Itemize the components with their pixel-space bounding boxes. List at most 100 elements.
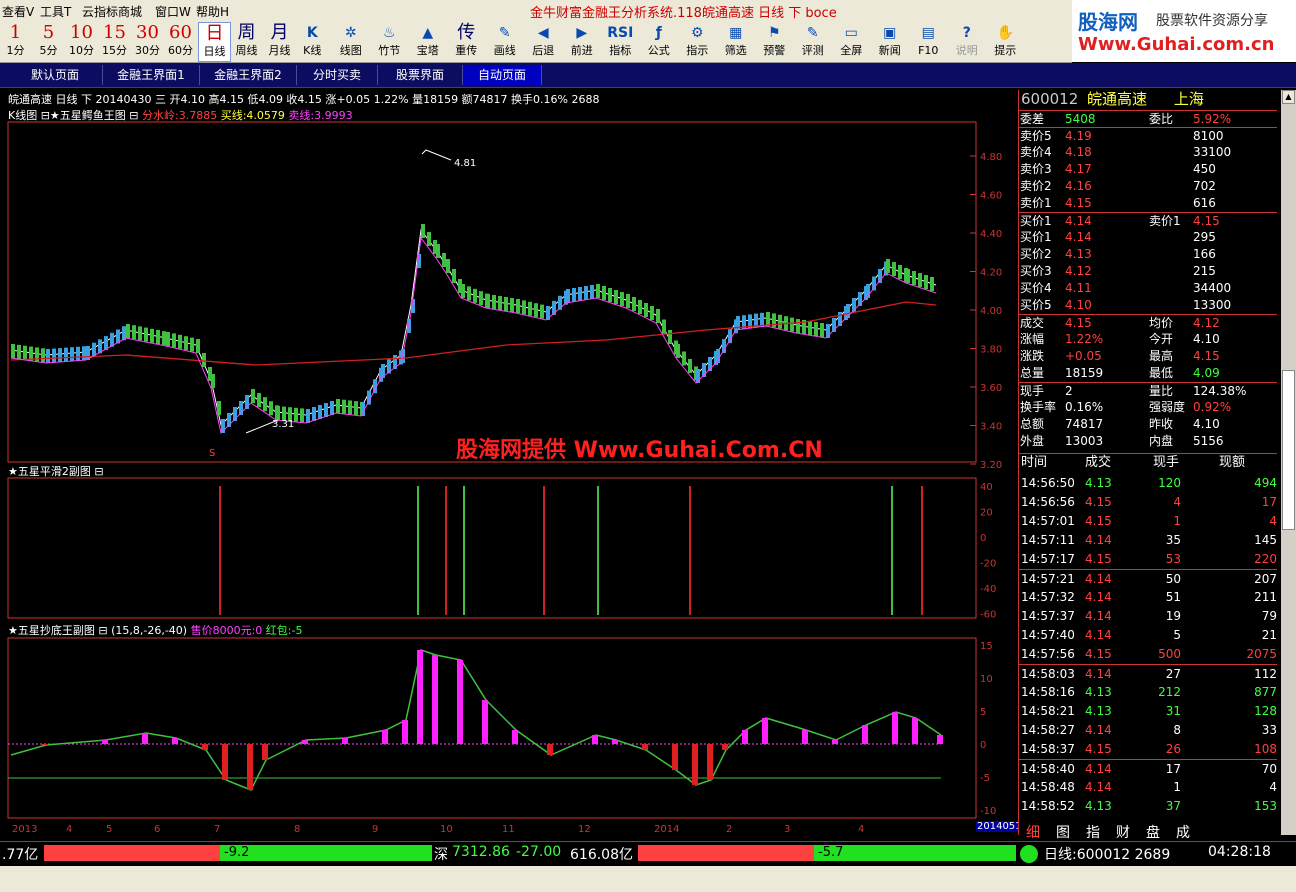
logo-title: 股海网 [1078, 10, 1138, 34]
tb-linechart-button[interactable]: ✲ 线图 [336, 22, 367, 60]
candle-bar [614, 290, 618, 304]
tb-tips-button[interactable]: ✋ 提示 [990, 22, 1021, 60]
tab-intraday[interactable]: 分时买卖 [297, 65, 378, 85]
tick-row: 14:57:21 4.14 50 207 [1019, 569, 1277, 589]
tab-auto[interactable]: 自动页面 [463, 65, 542, 85]
tb-kline-button[interactable]: K K线 [297, 22, 328, 60]
tb-fullscreen-button[interactable]: ▭ 全屏 [836, 22, 867, 60]
candle-bar [486, 294, 490, 308]
tb-weekly-button[interactable]: 周周线 [231, 22, 262, 60]
panel-tab[interactable]: 图 [1056, 822, 1070, 842]
candle-bar [516, 299, 520, 313]
tab-jrw1[interactable]: 金融王界面1 [103, 65, 200, 85]
menu-window[interactable]: 窗口W [155, 3, 191, 20]
candle-bar [716, 349, 720, 363]
tick-cell: 4.14 [1085, 572, 1112, 586]
tb-forward-button[interactable]: ▶ 前进 [567, 22, 598, 60]
tb-f10-button[interactable]: ▤ F10 [913, 22, 944, 60]
tb-1min-icon: 1 [9, 22, 22, 43]
tb-bamboo-icon: ♨ [382, 25, 396, 41]
tick-cell: 70 [1261, 762, 1277, 776]
panel-tab[interactable]: 财 [1116, 822, 1130, 842]
oscillator-bar [692, 744, 698, 785]
sz-label: 深 [434, 847, 448, 863]
sub-chart2-price: 售价8000元:0 [190, 624, 263, 637]
candle-bar [510, 298, 514, 312]
sz-change: -27.00 [516, 844, 562, 860]
candle-bar [638, 300, 642, 314]
quote-cell: 5408 [1065, 112, 1096, 126]
tb-30min-button[interactable]: 30 30分 [132, 22, 163, 60]
quote-cell: 2 [1065, 384, 1073, 398]
tick-cell: 17 [1165, 762, 1181, 776]
candle-bar [820, 323, 824, 337]
tb-filter-button[interactable]: ▦ 筛选 [721, 22, 752, 60]
quote-cell: 量比 [1149, 384, 1174, 398]
tb-back-button[interactable]: ◀ 后退 [528, 22, 559, 60]
tick-cell: 1 [1173, 514, 1181, 528]
tb-alert-button[interactable]: ⚑ 预警 [759, 22, 790, 60]
tick-cell: 494 [1254, 476, 1277, 490]
panel-tab[interactable]: 细 [1026, 822, 1040, 842]
menu-tools[interactable]: 工具T [40, 3, 71, 20]
tb-tower-button[interactable]: ▲ 宝塔 [413, 22, 444, 60]
tb-guide-button[interactable]: ⚙ 指示 [682, 22, 713, 60]
quote-cell: 成交 [1020, 316, 1045, 330]
candle-bar [461, 284, 465, 298]
tb-5min-button[interactable]: 5 5分 [33, 22, 64, 60]
oscillator-bar [342, 738, 348, 744]
candle-bar [442, 253, 446, 267]
tb-help-button[interactable]: ? 说明 [952, 22, 983, 60]
quote-cell: 4.17 [1065, 162, 1092, 176]
tb-15min-button[interactable]: 15 15分 [99, 22, 130, 60]
tb-10min-button[interactable]: 10 10分 [66, 22, 97, 60]
tab-stock[interactable]: 股票界面 [378, 65, 463, 85]
tb-monthly-button[interactable]: 月月线 [264, 22, 295, 60]
tb-news-button[interactable]: ▣ 新闻 [875, 22, 906, 60]
candle-bar [602, 286, 606, 300]
tb-draw-button[interactable]: ✎ 画线 [490, 22, 521, 60]
tab-default[interactable]: 默认页面 [8, 65, 103, 85]
quote-cell: 现手 [1020, 384, 1045, 398]
tb-retrans-button[interactable]: 传重传 [451, 22, 482, 60]
candle-bar [330, 401, 334, 415]
candle-bar [608, 288, 612, 302]
candle-bar [166, 332, 170, 346]
tb-daily-button[interactable]: 日日线 [198, 22, 231, 62]
left-bar-value: -9.2 [224, 845, 250, 860]
quote-cell: 委比 [1149, 112, 1174, 126]
tb-1min-button[interactable]: 1 1分 [0, 22, 31, 60]
panel-tab[interactable]: 盘 [1146, 822, 1160, 842]
tb-formula-button[interactable]: ƒ 公式 [644, 22, 675, 60]
menu-indicator-store[interactable]: 云指标商城 [82, 3, 142, 20]
bid-row: 买价4 4.11 34400 [1019, 280, 1277, 297]
sub-chart1-frame [7, 477, 977, 619]
panel-tab[interactable]: 成 [1176, 822, 1190, 842]
scroll-up-icon[interactable]: ▲ [1282, 90, 1295, 104]
tb-bamboo-button[interactable]: ♨ 竹节 [374, 22, 405, 60]
menu-help[interactable]: 帮助H [196, 3, 229, 20]
toolbar: 1 1分 5 5分 10 10分 15 15分 30 30分 60 60分日日线周周线月月线 K K线 ✲ 线… [0, 20, 1072, 63]
candle-bar [760, 312, 764, 327]
quote-cell: 卖价5 [1020, 129, 1052, 143]
tick-cell: 14:58:37 [1021, 742, 1075, 756]
vertical-scrollbar[interactable]: ▲ [1281, 90, 1296, 835]
tick-cell: 14:58:27 [1021, 723, 1075, 737]
tb-evaluate-button[interactable]: ✎ 评测 [798, 22, 829, 60]
y-tick-label: -20 [980, 559, 996, 570]
tb-60min-button[interactable]: 60 60分 [165, 22, 196, 60]
tick-cell: 4.15 [1085, 495, 1112, 509]
tab-jrw2[interactable]: 金融王界面2 [200, 65, 297, 85]
scroll-thumb[interactable] [1282, 370, 1295, 530]
site-logo: 股海网 股票软件资源分享 Www.Guhai.com.cn [1072, 0, 1296, 62]
quote-cell: 最低 [1149, 366, 1174, 380]
quote-cell: 295 [1193, 230, 1216, 244]
oscillator-bar [742, 730, 748, 744]
x-tick-label: 3 [784, 824, 790, 835]
y-tick-label: -10 [980, 806, 996, 817]
candle-bar [473, 288, 477, 303]
tb-indicator-button[interactable]: RSI 指标 [605, 22, 636, 60]
candle-bar [263, 397, 267, 412]
panel-tab[interactable]: 指 [1086, 822, 1100, 842]
menu-view[interactable]: 查看V [2, 3, 34, 20]
